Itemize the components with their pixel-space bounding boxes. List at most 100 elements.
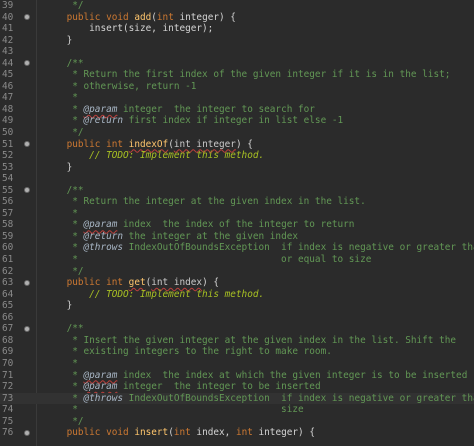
code-token: public int: [66, 277, 129, 289]
code-token: }: [44, 161, 73, 173]
code-line[interactable]: 74 * size: [0, 404, 474, 416]
line-number: 65: [2, 300, 14, 312]
code-text: * Insert the given integer at the given …: [44, 335, 474, 347]
code-line[interactable]: 52 // TODO: Implement this method.: [0, 150, 474, 162]
code-line[interactable]: 42 }: [0, 35, 474, 47]
line-number: 68: [2, 334, 14, 346]
fold-marker-icon[interactable]: [24, 279, 30, 286]
code-line[interactable]: 68 * Insert the given integer at the giv…: [0, 335, 474, 347]
code-line[interactable]: 75 */: [0, 416, 474, 428]
line-number: 47: [2, 92, 14, 104]
code-token: *: [44, 115, 84, 127]
code-text: }: [44, 162, 474, 174]
code-line[interactable]: 76 public void insert(int index, int int…: [0, 427, 474, 439]
code-line[interactable]: 50 */: [0, 127, 474, 139]
fold-marker-icon[interactable]: [24, 60, 30, 67]
code-text: public int get(int index) {: [44, 277, 474, 289]
line-number: 56: [2, 196, 14, 208]
code-line[interactable]: 41 insert(size, integer);: [0, 23, 474, 35]
code-line[interactable]: 70 *: [0, 358, 474, 370]
fold-marker-icon[interactable]: [24, 429, 30, 436]
code-line[interactable]: 63 public int get(int index) {: [0, 277, 474, 289]
code-line[interactable]: 56 * Return the integer at the given ind…: [0, 196, 474, 208]
line-number: 42: [2, 34, 14, 46]
code-token: /**: [44, 57, 84, 69]
line-number: 39: [2, 0, 14, 11]
code-line[interactable]: 57 *: [0, 208, 474, 220]
code-line[interactable]: 53 }: [0, 162, 474, 174]
line-number: 75: [2, 415, 14, 427]
code-line[interactable]: 67 /**: [0, 323, 474, 335]
code-line[interactable]: 44 /**: [0, 58, 474, 70]
code-token: *: [44, 392, 84, 404]
code-token: */: [44, 415, 84, 427]
code-line[interactable]: 46 * otherwise, return -1: [0, 81, 474, 93]
code-token: ) {: [235, 138, 253, 150]
code-line[interactable]: 61 * or equal to size: [0, 254, 474, 266]
code-line[interactable]: 43: [0, 46, 474, 58]
code-token: integer the integer to search for: [117, 103, 315, 115]
code-line[interactable]: 71 * @param index the index at which the…: [0, 370, 474, 382]
code-token: int index: [151, 277, 203, 289]
code-line[interactable]: 54: [0, 173, 474, 185]
code-text: * otherwise, return -1: [44, 81, 474, 93]
code-text: public int indexOf(int integer) {: [44, 139, 474, 151]
code-token: public void: [66, 427, 135, 439]
code-text: * or equal to size: [44, 254, 474, 266]
code-editor[interactable]: 39 */40 public void add(int integer) {41…: [0, 0, 474, 446]
code-token: *: [44, 357, 78, 369]
line-number: 63: [2, 277, 14, 289]
line-number: 67: [2, 323, 14, 335]
code-line[interactable]: 45 * Return the first index of the given…: [0, 69, 474, 81]
code-text: public void add(int integer) {: [44, 12, 474, 24]
code-token: }: [44, 34, 73, 46]
code-line[interactable]: 66: [0, 312, 474, 324]
code-token: IndexOutOfBoundsException if index is ne…: [123, 392, 474, 404]
code-line[interactable]: 60 * @throws IndexOutOfBoundsException i…: [0, 242, 474, 254]
code-token: IndexOutOfBoundsException if index is ne…: [123, 242, 474, 254]
fold-marker-icon[interactable]: [24, 325, 30, 332]
code-text: }: [44, 300, 474, 312]
line-number: 40: [2, 11, 14, 23]
code-line[interactable]: 55 /**: [0, 185, 474, 197]
code-line[interactable]: 64 // TODO: Implement this method.: [0, 289, 474, 301]
code-line[interactable]: 73 * @throws IndexOutOfBoundsException i…: [0, 392, 474, 405]
code-line[interactable]: 59 * @return the integer at the given in…: [0, 231, 474, 243]
code-line[interactable]: 69 * existing integers to the right to m…: [0, 346, 474, 358]
code-line[interactable]: 72 * @param integer the integer to be in…: [0, 381, 474, 393]
code-token: * otherwise, return -1: [44, 80, 197, 92]
code-token: insert: [134, 427, 169, 439]
code-token: }: [44, 300, 73, 312]
code-text: /**: [44, 58, 474, 70]
code-text: */: [44, 266, 474, 278]
code-token: * size: [44, 404, 304, 416]
code-line[interactable]: 47 *: [0, 92, 474, 104]
code-line[interactable]: 58 * @param index the index of the integ…: [0, 219, 474, 231]
code-token: * Return the integer at the given index …: [44, 196, 366, 208]
code-token: // TODO: Implement this method.: [89, 288, 265, 300]
fold-marker-icon[interactable]: [24, 187, 30, 194]
code-line[interactable]: 39 */: [0, 0, 474, 12]
code-line[interactable]: 62 */: [0, 266, 474, 278]
fold-marker-icon[interactable]: [24, 141, 30, 148]
code-line[interactable]: 40 public void add(int integer) {: [0, 12, 474, 24]
code-text: * existing integers to the right to make…: [44, 346, 474, 358]
line-number: 53: [2, 161, 14, 173]
fold-marker-icon[interactable]: [24, 14, 30, 21]
code-token: *: [44, 219, 84, 231]
code-token: ) {: [202, 277, 220, 289]
code-text: *: [44, 92, 474, 104]
code-text: /**: [44, 323, 474, 335]
line-number: 72: [2, 381, 14, 393]
code-token: /**: [44, 323, 84, 335]
code-line[interactable]: 65 }: [0, 300, 474, 312]
code-token: index the index of the integer to return: [117, 219, 355, 231]
code-text: *: [44, 208, 474, 220]
code-line[interactable]: 49 * @return first index if integer in l…: [0, 115, 474, 127]
code-line[interactable]: 48 * @param integer the integer to searc…: [0, 104, 474, 116]
code-line[interactable]: 51 public int indexOf(int integer) {: [0, 139, 474, 151]
code-text: */: [44, 0, 474, 12]
